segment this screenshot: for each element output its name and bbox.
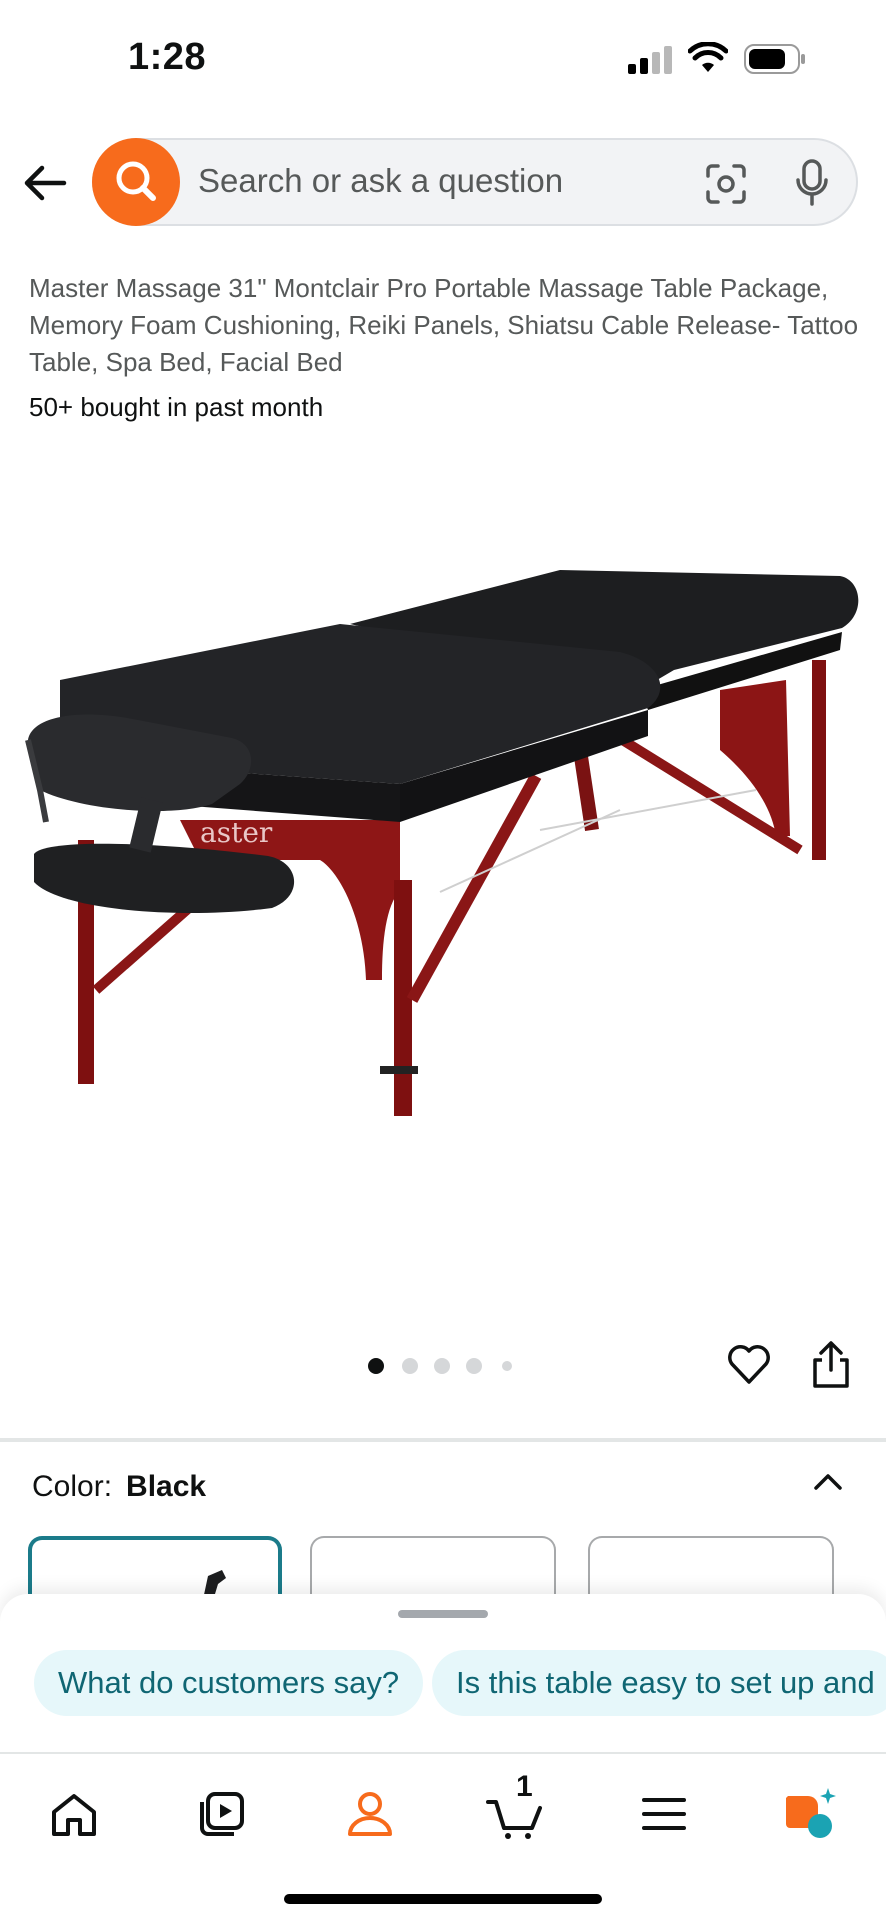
search-icon: [116, 161, 156, 201]
section-divider: [0, 1438, 886, 1442]
cart-icon[interactable]: [484, 1784, 544, 1844]
color-label: Color:: [32, 1470, 113, 1503]
table-branding-text: aster: [200, 816, 273, 849]
brand-logo-fragment: [40, 240, 80, 246]
camera-search-icon[interactable]: [704, 162, 748, 206]
share-icon[interactable]: [810, 1340, 852, 1390]
chevron-up-icon[interactable]: [810, 1464, 846, 1500]
purchase-count: 50+ bought in past month: [29, 392, 324, 422]
home-indicator: [284, 1894, 602, 1904]
sheet-grabber[interactable]: [398, 1610, 488, 1618]
menu-icon[interactable]: [634, 1784, 694, 1844]
suggestion-chip-2[interactable]: Is this table easy to set up and: [432, 1650, 886, 1716]
cart-count-badge: 1: [516, 1770, 533, 1803]
microphone-icon[interactable]: [794, 158, 830, 208]
video-icon[interactable]: [192, 1784, 252, 1844]
wishlist-heart-icon[interactable]: [726, 1342, 772, 1388]
color-value: Black: [126, 1470, 207, 1503]
search-button[interactable]: [92, 138, 180, 226]
back-arrow-icon[interactable]: [22, 160, 68, 206]
status-bar: 1:28: [0, 0, 886, 120]
home-icon[interactable]: [44, 1784, 104, 1844]
search-bar[interactable]: Search or ask a question: [92, 138, 858, 226]
rufus-assistant-icon[interactable]: [780, 1784, 840, 1844]
search-header: Search or ask a question: [0, 128, 886, 238]
battery-icon: [744, 44, 805, 74]
search-input[interactable]: Search or ask a question: [198, 162, 563, 200]
wifi-icon: [688, 42, 728, 72]
product-title[interactable]: Master Massage 31" Montclair Pro Portabl…: [29, 270, 859, 381]
suggestion-chip-1[interactable]: What do customers say?: [34, 1650, 424, 1716]
color-selector-label: Color: Black: [32, 1470, 206, 1504]
assistant-bottom-sheet: What do customers say? Is this table eas…: [0, 1594, 886, 1754]
bottom-nav: 1: [0, 1752, 886, 1922]
cellular-signal-icon: [628, 46, 672, 74]
product-image-massage-table[interactable]: aster: [20, 540, 870, 1180]
status-time: 1:28: [128, 36, 207, 78]
account-icon[interactable]: [340, 1784, 400, 1844]
